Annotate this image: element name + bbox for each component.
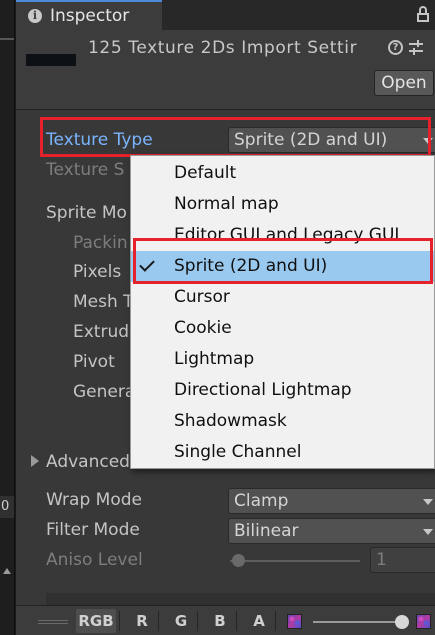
menu-item[interactable]: Default bbox=[131, 158, 434, 189]
settings-icon[interactable] bbox=[409, 40, 423, 55]
mip-level-slider-track[interactable] bbox=[313, 621, 399, 623]
help-icon[interactable]: ? bbox=[388, 40, 403, 55]
texture-shape-label: Texture S bbox=[46, 160, 125, 180]
preview-drag-handle-icon[interactable] bbox=[38, 620, 68, 624]
sprite-mode-label: Sprite Mo bbox=[46, 203, 127, 223]
menu-item-label: Directional Lightmap bbox=[174, 380, 352, 400]
mesh-type-label: Mesh T bbox=[73, 292, 134, 312]
texture-thumbnail bbox=[26, 54, 76, 66]
left-panel-field: 0 bbox=[0, 496, 14, 518]
menu-item[interactable]: Lightmap bbox=[131, 344, 434, 375]
highlight-box-selected-option bbox=[133, 238, 433, 284]
aniso-level-slider-track[interactable] bbox=[230, 560, 360, 562]
menu-item-label: Single Channel bbox=[174, 442, 302, 462]
tab-label: Inspector bbox=[50, 6, 130, 26]
left-panel-divider bbox=[0, 38, 14, 40]
lock-icon[interactable] bbox=[417, 6, 429, 22]
mip-level-slider-handle[interactable] bbox=[395, 615, 409, 629]
menu-item-label: Cookie bbox=[174, 318, 232, 338]
foldout-arrow-icon[interactable] bbox=[31, 455, 39, 467]
menu-item[interactable]: Normal map bbox=[131, 189, 434, 220]
channel-g-button[interactable]: G bbox=[170, 609, 192, 633]
channel-b-button[interactable]: B bbox=[209, 609, 231, 633]
left-panel-edge: 0 bbox=[0, 0, 15, 635]
menu-item-label: Normal map bbox=[174, 194, 279, 214]
asset-header: 125 Texture 2Ds Import Settir ? Open bbox=[16, 30, 435, 110]
pixels-per-unit-label: Pixels bbox=[73, 262, 122, 282]
open-button[interactable]: Open bbox=[374, 70, 434, 96]
filter-mode-value: Bilinear bbox=[234, 521, 299, 541]
generate-physics-shape-label: Genera bbox=[73, 382, 136, 402]
menu-item[interactable]: Cursor bbox=[131, 282, 434, 313]
channel-r-button[interactable]: R bbox=[131, 609, 153, 633]
mip-large-texture-icon bbox=[416, 614, 431, 629]
filter-mode-label: Filter Mode bbox=[46, 520, 140, 540]
pivot-label: Pivot bbox=[73, 352, 115, 372]
preview-splitter[interactable] bbox=[46, 593, 435, 605]
tab-inspector[interactable]: i Inspector bbox=[16, 0, 162, 30]
menu-item-label: Cursor bbox=[174, 287, 230, 307]
aniso-level-field[interactable]: 1 bbox=[370, 547, 435, 573]
advanced-foldout-label[interactable]: Advanced bbox=[46, 452, 130, 472]
highlight-box-texture-type bbox=[40, 117, 431, 157]
menu-item-label: Lightmap bbox=[174, 349, 255, 369]
aniso-level-slider-handle[interactable] bbox=[232, 554, 245, 567]
aniso-level-label: Aniso Level bbox=[46, 550, 143, 570]
tab-bar: i Inspector bbox=[16, 0, 435, 30]
chevron-down-icon bbox=[423, 499, 433, 505]
left-panel-arrow-icon[interactable] bbox=[3, 566, 11, 574]
menu-item[interactable]: Shadowmask bbox=[131, 406, 434, 437]
asset-title: 125 Texture 2Ds Import Settir bbox=[88, 38, 358, 58]
info-icon: i bbox=[28, 9, 42, 23]
filter-mode-dropdown[interactable]: Bilinear bbox=[228, 518, 435, 544]
inspector-panel: i Inspector 125 Texture 2Ds Import Setti… bbox=[16, 0, 435, 635]
chevron-down-icon bbox=[423, 529, 433, 535]
menu-item-label: Shadowmask bbox=[174, 411, 287, 431]
wrap-mode-dropdown[interactable]: Clamp bbox=[228, 488, 435, 514]
menu-item[interactable]: Directional Lightmap bbox=[131, 375, 434, 406]
mip-small-texture-icon bbox=[287, 614, 302, 629]
texture-type-menu: Default Normal map Editor GUI and Legacy G… bbox=[130, 155, 435, 469]
channel-a-button[interactable]: A bbox=[248, 609, 270, 633]
packing-tag-label: Packin bbox=[73, 233, 128, 253]
menu-item[interactable]: Cookie bbox=[131, 313, 434, 344]
preview-toolbar: RGB R G B A bbox=[16, 605, 435, 635]
wrap-mode-label: Wrap Mode bbox=[46, 490, 142, 510]
wrap-mode-value: Clamp bbox=[234, 491, 289, 511]
menu-item[interactable]: Single Channel bbox=[131, 437, 434, 468]
menu-item-label: Default bbox=[174, 163, 237, 183]
channel-rgb-button[interactable]: RGB bbox=[76, 609, 116, 633]
